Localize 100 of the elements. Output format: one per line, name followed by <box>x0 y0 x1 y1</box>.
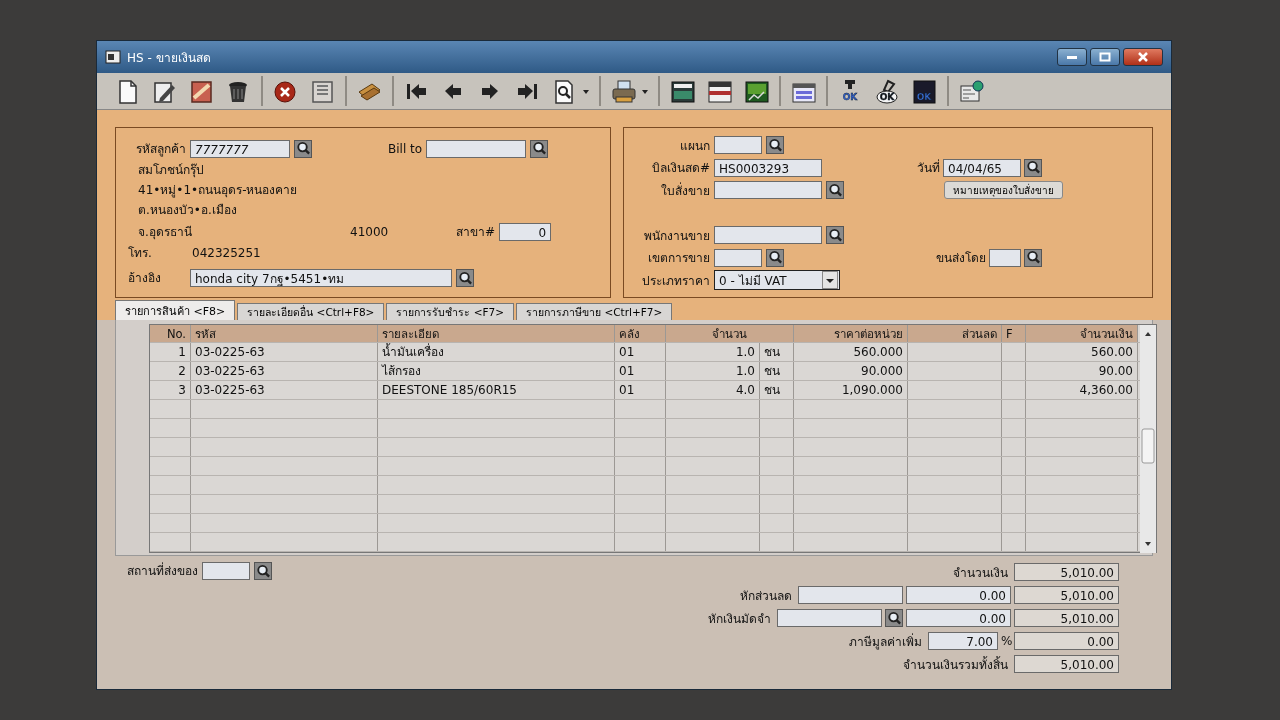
input-field[interactable] <box>714 226 823 245</box>
search-icon <box>827 181 844 199</box>
input-field[interactable]: 7777777 <box>190 139 290 158</box>
tab[interactable]: รายการสินค้า <F8> <box>115 300 236 320</box>
total-label: จำนวนเงิน <box>953 564 1008 582</box>
maximize-icon <box>1099 52 1111 62</box>
scrollbar[interactable] <box>1140 325 1156 553</box>
table-cell: 01 <box>615 362 666 380</box>
column-header[interactable]: จำนวนเงิน <box>1026 325 1138 342</box>
total-label: หักส่วนลด <box>740 587 792 605</box>
search-button[interactable] <box>766 136 785 155</box>
search-button[interactable] <box>1024 158 1043 177</box>
total-value[interactable]: 5,010.00 <box>1014 563 1119 581</box>
field-label: พนักงานขาย <box>643 227 711 245</box>
table-cell: 90.00 <box>1026 362 1138 380</box>
total-value[interactable]: 0.00 <box>1014 632 1119 650</box>
table-cell: 2 <box>150 362 191 380</box>
column-header[interactable]: จำนวน <box>666 325 794 342</box>
column-header[interactable]: รายละเอียด <box>378 325 615 342</box>
search-icon <box>457 269 473 287</box>
field-label: ขนส่งโดย <box>935 250 987 268</box>
window-title: HS - ขายเงินสด <box>127 49 211 67</box>
note-button[interactable]: หมายเหตุของใบสั่งขาย <box>944 181 1064 200</box>
tab[interactable]: รายการภาษีขาย <Ctrl+F7> <box>516 303 673 320</box>
total-value[interactable]: 5,010.00 <box>1014 609 1119 627</box>
search-button[interactable] <box>826 181 845 200</box>
printer-icon[interactable] <box>610 77 637 105</box>
input-field[interactable]: 0 <box>499 222 552 241</box>
field-label: เขตการขาย <box>647 250 711 268</box>
input-field[interactable]: 0.00 <box>906 609 1011 627</box>
search-button[interactable] <box>530 139 549 158</box>
table-cell: ชน <box>760 343 794 361</box>
input-field[interactable]: 04/04/65 <box>943 158 1022 177</box>
search-button[interactable] <box>885 609 903 627</box>
total-value[interactable]: 5,010.00 <box>1014 655 1119 673</box>
table-cell: 03-0225-63 <box>191 343 378 361</box>
input-field[interactable] <box>714 181 823 200</box>
table-cell: 03-0225-63 <box>191 381 378 399</box>
input-field[interactable] <box>426 139 527 158</box>
postcode: 41000 <box>350 223 390 240</box>
tab[interactable]: รายการรับชำระ <F7> <box>386 303 515 320</box>
search-icon <box>255 562 271 580</box>
search-button[interactable] <box>1024 248 1043 267</box>
address-line: 41•หมู่•1•ถนนอุดร-หนองคาย <box>137 182 299 198</box>
search-icon <box>767 136 784 154</box>
table-cell: น้ำมันเครื่อง <box>378 343 615 361</box>
tab[interactable]: รายละเอียดอื่น <Ctrl+F8> <box>237 303 385 320</box>
field-label: อ้างอิง <box>128 270 162 286</box>
table-cell: 3 <box>150 381 191 399</box>
price-type-dropdown[interactable]: 0 - ไม่มี VAT <box>714 270 841 291</box>
caret-icon <box>822 271 839 290</box>
search-icon <box>295 140 311 157</box>
table-cell: 1.0 <box>666 362 760 380</box>
column-header[interactable]: รหัส <box>191 325 378 342</box>
field-label: สถานที่ส่งของ <box>127 563 198 579</box>
input-field[interactable]: 0.00 <box>906 586 1011 604</box>
field-label: สาขา# <box>456 224 496 241</box>
table-cell: ไส้กรอง <box>378 362 615 380</box>
field-label: Bill to <box>388 141 423 156</box>
percent-sign: % <box>1001 634 1011 648</box>
search-button[interactable] <box>456 269 474 287</box>
search-button[interactable] <box>826 226 845 245</box>
column-header[interactable]: ส่วนลด <box>908 325 1002 342</box>
input-field[interactable]: 7.00 <box>928 632 998 650</box>
input-field[interactable]: HS0003293 <box>714 158 823 177</box>
minimize-button[interactable] <box>1057 48 1087 66</box>
address-line: จ.อุดรธานี <box>137 223 193 240</box>
table-cell: 4.0 <box>666 381 760 399</box>
search-button[interactable] <box>254 562 272 580</box>
input-field[interactable] <box>798 586 903 604</box>
field-label: โทร. <box>128 245 153 261</box>
table-cell: 560.000 <box>794 343 908 361</box>
search-button[interactable] <box>294 139 312 158</box>
total-value[interactable]: 5,010.00 <box>1014 586 1119 604</box>
input-field[interactable] <box>714 136 763 155</box>
table-cell: 1 <box>150 343 191 361</box>
input-field[interactable] <box>714 248 763 267</box>
settings-card-icon[interactable] <box>958 77 985 105</box>
maximize-button[interactable] <box>1090 48 1120 66</box>
input-field[interactable] <box>989 248 1022 267</box>
input-field[interactable] <box>777 609 882 627</box>
close-button[interactable] <box>1123 48 1163 66</box>
table-cell: 1,090.000 <box>794 381 908 399</box>
table-cell: 90.000 <box>794 362 908 380</box>
table-cell: 01 <box>615 343 666 361</box>
table-cell: 03-0225-63 <box>191 362 378 380</box>
column-header[interactable]: ราคาต่อหน่วย <box>794 325 908 342</box>
input-field[interactable]: honda city 7กฐ•5451•ทม <box>190 269 452 287</box>
input-field[interactable] <box>202 562 250 580</box>
search-icon <box>531 140 548 157</box>
column-header[interactable]: F <box>1002 325 1026 342</box>
table-cell: ชน <box>760 362 794 380</box>
field-label: วันที่ <box>916 158 941 178</box>
column-header[interactable]: No. <box>150 325 191 342</box>
search-icon <box>827 226 844 244</box>
search-button[interactable] <box>766 248 785 267</box>
total-label: หักเงินมัดจำ <box>708 610 771 628</box>
table-cell: 1.0 <box>666 343 760 361</box>
table-cell: 4,360.00 <box>1026 381 1138 399</box>
column-header[interactable]: คลัง <box>615 325 666 342</box>
